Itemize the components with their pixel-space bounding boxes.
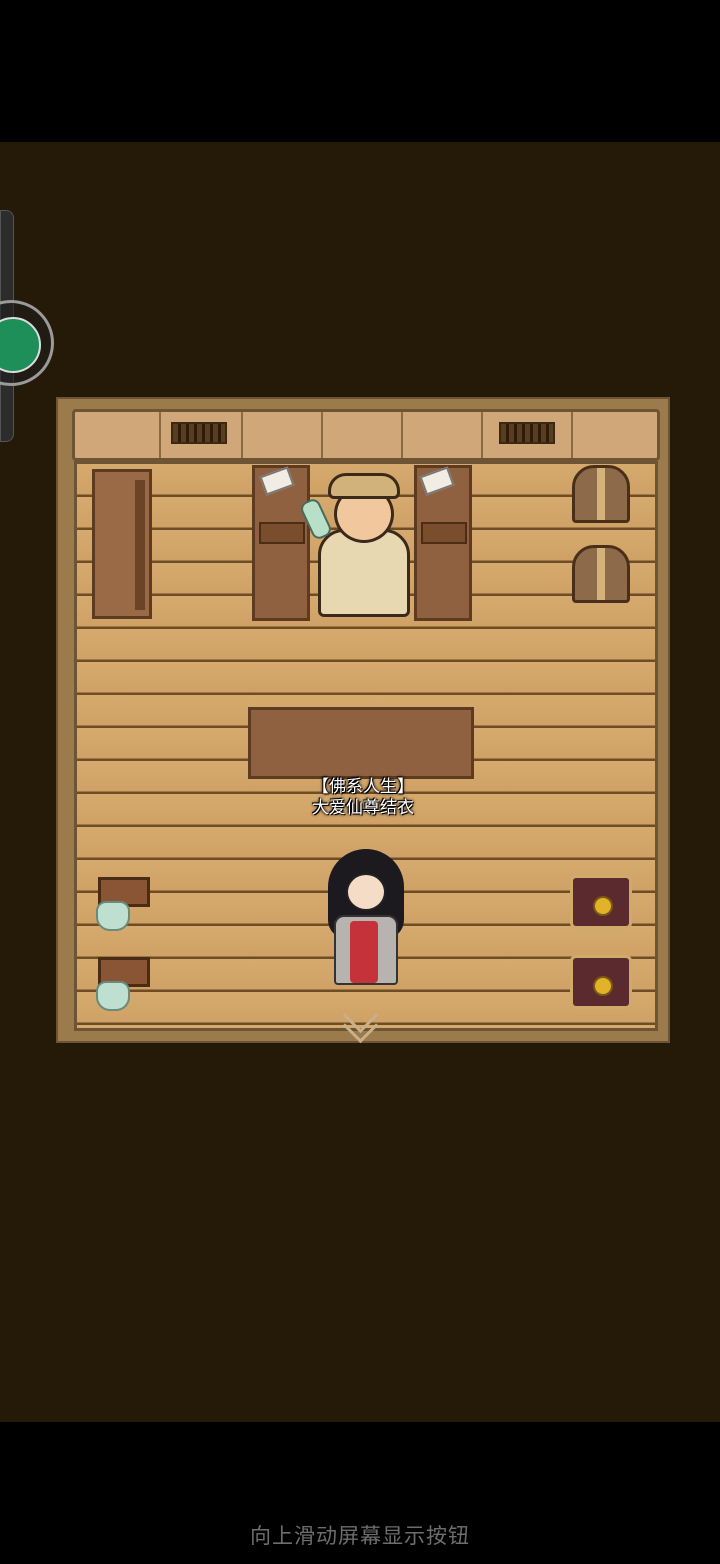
wall-divider <box>321 412 323 458</box>
potion-bottle-icon <box>298 496 334 542</box>
merchant-npc[interactable] <box>298 469 428 619</box>
wall-divider <box>481 412 483 458</box>
floating-assistant-inner <box>0 317 41 373</box>
swipe-hint-text: 向上滑动屏幕显示按钮 <box>250 1524 470 1548</box>
wall-vent <box>171 422 227 444</box>
chest-band <box>597 468 605 520</box>
vase-icon[interactable] <box>96 901 130 931</box>
chevron-down-icon[interactable] <box>336 997 386 1044</box>
lock-icon <box>593 896 613 916</box>
player-name: 大爱仙尊结衣 <box>312 798 414 818</box>
treasure-chest-1[interactable] <box>570 875 632 929</box>
shop-counter[interactable] <box>248 707 474 779</box>
wall-divider <box>401 412 403 458</box>
player-sash <box>350 921 378 983</box>
status-bar-area <box>0 0 720 142</box>
back-wall <box>72 409 660 461</box>
merchant-hat <box>328 473 400 499</box>
player-face <box>346 873 386 911</box>
chest-band <box>597 548 605 600</box>
storage-chest-1[interactable] <box>572 465 630 523</box>
wall-divider <box>571 412 573 458</box>
bookshelf[interactable] <box>92 469 152 619</box>
vase-icon[interactable] <box>96 981 130 1011</box>
player-nameplate: 【佛系人生】 大爱仙尊结衣 <box>278 777 448 819</box>
storage-chest-2[interactable] <box>572 545 630 603</box>
player-character[interactable] <box>320 829 410 989</box>
lock-icon <box>593 976 613 996</box>
wall-vent <box>499 422 555 444</box>
treasure-chest-2[interactable] <box>570 955 632 1009</box>
wall-divider <box>241 412 243 458</box>
shop-room: 【佛系人生】 大爱仙尊结衣 <box>56 397 670 1044</box>
player-title: 【佛系人生】 <box>312 777 414 797</box>
bookshelf-inner <box>135 480 145 610</box>
wall-divider <box>159 412 161 458</box>
